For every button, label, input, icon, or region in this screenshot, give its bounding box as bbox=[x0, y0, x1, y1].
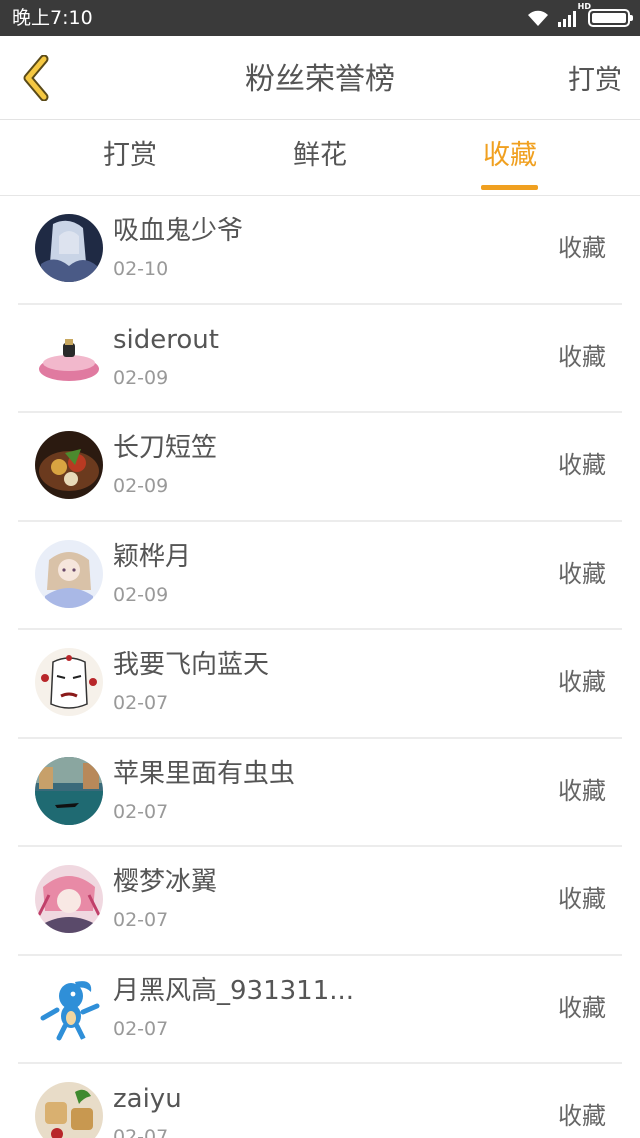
item-date: 02-09 bbox=[113, 475, 169, 497]
status-time: 晚上7:10 bbox=[12, 7, 93, 29]
item-date: 02-07 bbox=[113, 692, 169, 714]
status-icons bbox=[526, 6, 633, 30]
user-name: 苹果里面有虫虫 bbox=[113, 758, 296, 789]
user-name: 长刀短笠 bbox=[113, 433, 218, 463]
list-item[interactable]: 苹果里面有虫虫 02-07 收藏 bbox=[18, 739, 622, 847]
list-item[interactable]: 樱梦冰翼 02-07 收藏 bbox=[18, 847, 622, 956]
avatar[interactable] bbox=[35, 431, 103, 499]
avatar[interactable] bbox=[35, 214, 103, 282]
tab-favorites[interactable]: 收藏 bbox=[450, 139, 570, 173]
item-action-label: 收藏 bbox=[558, 559, 606, 588]
item-action-label: 收藏 bbox=[558, 451, 606, 479]
item-action-label: 收藏 bbox=[558, 776, 606, 805]
item-action-label: 收藏 bbox=[558, 1102, 606, 1130]
page-title: 粉丝荣誉榜 bbox=[245, 62, 395, 97]
list-item[interactable]: zaiyu 02-07 收藏 bbox=[18, 1064, 622, 1138]
avatar[interactable] bbox=[35, 865, 103, 933]
tab-bar: 打赏 鲜花 收藏 bbox=[0, 121, 640, 196]
list-item[interactable]: 颖桦月 02-09 收藏 bbox=[18, 522, 622, 630]
item-date: 02-07 bbox=[113, 1126, 169, 1138]
user-name: zaiyu bbox=[113, 1084, 182, 1114]
avatar[interactable] bbox=[35, 648, 103, 716]
item-action-label: 收藏 bbox=[558, 885, 606, 913]
item-date: 02-09 bbox=[113, 583, 169, 606]
signal-icon bbox=[558, 9, 580, 27]
item-date: 02-07 bbox=[113, 800, 169, 823]
status-bar: 晚上7:10 HD bbox=[0, 0, 640, 36]
item-date: 02-10 bbox=[113, 258, 169, 280]
list-item[interactable]: 月黑风高_931311... 02-07 收藏 bbox=[18, 956, 622, 1064]
item-action-label: 收藏 bbox=[558, 234, 606, 262]
title-bar: 粉丝荣誉榜 打赏 bbox=[0, 36, 640, 120]
user-name: siderout bbox=[113, 324, 219, 355]
tab-flowers[interactable]: 鲜花 bbox=[260, 139, 380, 173]
item-date: 02-07 bbox=[113, 909, 169, 931]
user-name: 吸血鬼少爷 bbox=[113, 216, 244, 246]
battery-icon bbox=[588, 9, 633, 27]
item-action-label: 收藏 bbox=[558, 342, 606, 371]
active-tab-indicator bbox=[481, 185, 538, 190]
avatar[interactable] bbox=[35, 539, 103, 608]
item-action-label: 收藏 bbox=[558, 993, 606, 1022]
user-name: 颖桦月 bbox=[113, 541, 192, 572]
list-item[interactable]: siderout 02-09 收藏 bbox=[18, 305, 622, 413]
item-date: 02-09 bbox=[113, 366, 169, 389]
item-date: 02-07 bbox=[113, 1017, 169, 1040]
list-item[interactable]: 吸血鬼少爷 02-10 收藏 bbox=[18, 196, 622, 305]
list-item[interactable]: 长刀短笠 02-09 收藏 bbox=[18, 413, 622, 522]
avatar[interactable] bbox=[35, 322, 103, 391]
avatar[interactable] bbox=[35, 756, 103, 825]
list-item[interactable]: 我要飞向蓝天 02-07 收藏 bbox=[18, 630, 622, 739]
reward-button[interactable]: 打赏 bbox=[568, 64, 622, 98]
user-name: 樱梦冰翼 bbox=[113, 867, 218, 897]
wifi-icon bbox=[526, 9, 550, 27]
fan-list: 吸血鬼少爷 02-10 收藏 siderout 02-09 收藏 长刀短笠 02… bbox=[0, 196, 640, 1138]
avatar[interactable] bbox=[35, 1082, 103, 1138]
user-name: 月黑风高_931311... bbox=[113, 975, 355, 1006]
user-name: 我要飞向蓝天 bbox=[113, 650, 270, 680]
item-action-label: 收藏 bbox=[558, 668, 606, 696]
avatar[interactable] bbox=[35, 973, 103, 1042]
tab-reward[interactable]: 打赏 bbox=[70, 139, 190, 173]
